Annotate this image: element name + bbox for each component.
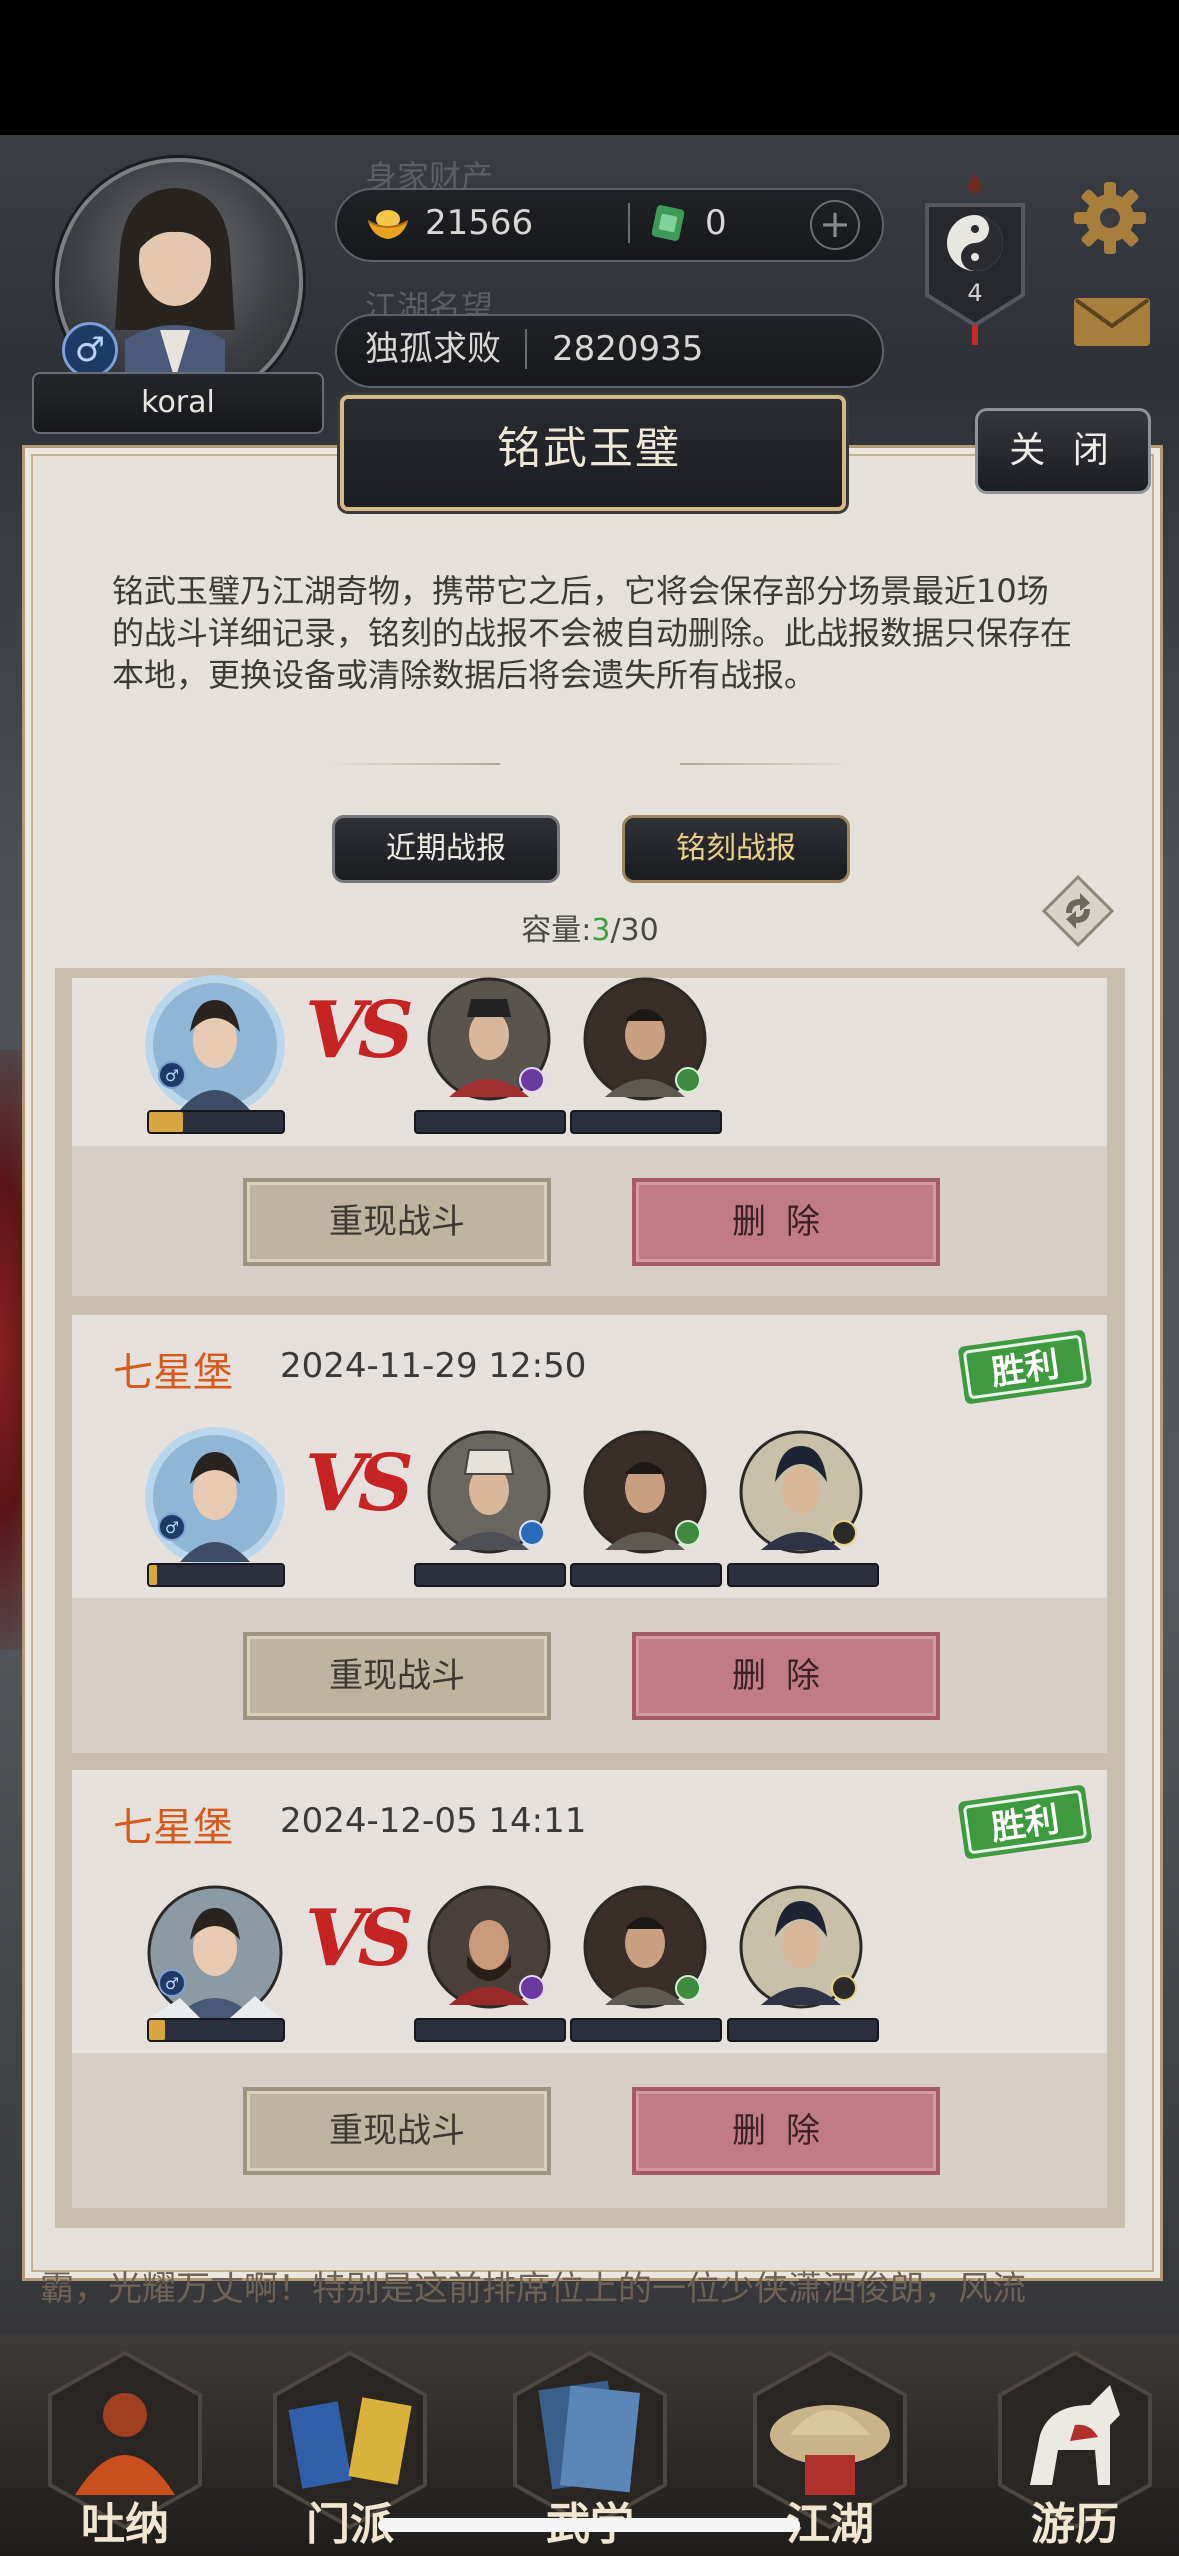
victory-stamp-icon: 胜利: [958, 1785, 1092, 1859]
record-location: 七星堡: [113, 1350, 233, 1396]
delete-record-button[interactable]: 删除: [632, 1178, 940, 1266]
settings-gear-icon[interactable]: [1070, 178, 1150, 258]
player-hero-portrait-icon: ♂: [145, 975, 285, 1115]
capacity-label: 容量:: [521, 913, 592, 948]
enemy-portrait-icon: [739, 1430, 863, 1554]
wealth-divider: [628, 203, 630, 243]
reputation-title: 独孤求败: [365, 329, 501, 369]
enemy-hp-bar: [414, 1563, 566, 1587]
gold-ingot-icon: [367, 210, 409, 239]
vs-label: VS: [305, 1438, 414, 1529]
record-date: 2024-11-29 12:50: [280, 1346, 587, 1386]
home-indicator[interactable]: [378, 2518, 800, 2532]
add-currency-button[interactable]: +: [810, 200, 860, 250]
status-bar: [0, 0, 1179, 135]
enemy-hp-bar: [414, 2018, 566, 2042]
dialog-title: 铭武玉璧: [497, 423, 681, 474]
enemy-hp-bar: [570, 2018, 722, 2042]
reputation-divider: [525, 329, 527, 369]
capacity-used: 3: [591, 913, 611, 948]
enemy-hp-bar: [414, 1110, 566, 1134]
replay-battle-button[interactable]: 重现战斗: [243, 1632, 551, 1720]
victory-stamp-icon: 胜利: [958, 1330, 1092, 1404]
gold-amount: 21566: [425, 203, 534, 243]
hero-hp-fill: [149, 1565, 158, 1585]
reputation-value: 2820935: [552, 329, 704, 369]
enemy-portrait-icon: [583, 1430, 707, 1554]
hero-hp-fill: [149, 2020, 166, 2040]
jade-amount: 0: [705, 203, 727, 243]
enemy-portrait-icon: [583, 977, 707, 1101]
divider-right: [680, 763, 850, 765]
record-date: 2024-12-05 14:11: [280, 1801, 587, 1841]
jade-ticket-icon: [651, 205, 685, 241]
player-hero-portrait-icon: ♂: [145, 1427, 285, 1567]
mail-envelope-icon[interactable]: [1070, 292, 1154, 352]
enemy-portrait-icon: [583, 1885, 707, 2009]
taiji-emblem-icon[interactable]: 4: [915, 165, 1035, 355]
delete-record-button[interactable]: 删除: [632, 1632, 940, 1720]
svg-text:♂: ♂: [165, 1974, 179, 1993]
enemy-portrait-icon: [739, 1885, 863, 2009]
close-button[interactable]: 关 闭: [975, 408, 1151, 494]
hero-hp-bar: [147, 1110, 285, 1134]
enemy-hp-bar: [727, 2018, 879, 2042]
capacity-total: /30: [610, 913, 659, 948]
battle-record-2-actions: [72, 1598, 1107, 1753]
battle-record-1-actions: [72, 1146, 1107, 1296]
enemy-hp-bar: [570, 1563, 722, 1587]
enemy-portrait-icon: [427, 977, 551, 1101]
svg-text:♂: ♂: [165, 1066, 179, 1085]
vs-label: VS: [305, 1893, 414, 1984]
delete-record-button[interactable]: 删除: [632, 2087, 940, 2175]
record-location: 七星堡: [113, 1805, 233, 1851]
enemy-portrait-icon: [427, 1885, 551, 2009]
nav-label-meditation[interactable]: 吐纳: [30, 2488, 220, 2552]
battle-record-3-actions: [72, 2053, 1107, 2208]
player-portrait-icon: [115, 188, 235, 380]
dialog-description: 铭武玉璧乃江湖奇物，携带它之后，它将会保存部分场景最近10场的战斗详细记录，铭刻…: [112, 572, 1073, 694]
tab-engraved-reports[interactable]: 铭刻战报: [622, 815, 850, 883]
tab-recent-reports[interactable]: 近期战报: [332, 815, 560, 883]
player-name: koral: [32, 372, 324, 434]
emblem-level: 4: [967, 279, 982, 307]
replay-battle-button[interactable]: 重现战斗: [243, 1178, 551, 1266]
nav-label-travel[interactable]: 游历: [980, 2488, 1170, 2552]
male-gender-icon: ♂: [62, 322, 118, 378]
hero-hp-bar: [147, 1563, 285, 1587]
enemy-hp-bar: [570, 1110, 722, 1134]
capacity-indicator: 容量:3/30: [460, 905, 720, 949]
story-scroll-text: 霸，光耀万丈啊！特别是这前排席位上的一位少侠潇洒俊朗，风流: [40, 2269, 1026, 2309]
enemy-portrait-icon: [427, 1430, 551, 1554]
player-hero-portrait-icon: ♂: [147, 1885, 283, 2021]
replay-battle-button[interactable]: 重现战斗: [243, 2087, 551, 2175]
wealth-bar: [335, 188, 884, 262]
refresh-icon[interactable]: [1042, 875, 1114, 947]
svg-text:♂: ♂: [165, 1518, 179, 1537]
hero-hp-bar: [147, 2018, 285, 2042]
vs-label: VS: [305, 985, 414, 1076]
divider-left: [330, 763, 500, 765]
enemy-hp-bar: [727, 1563, 879, 1587]
hero-hp-fill: [149, 1112, 183, 1132]
